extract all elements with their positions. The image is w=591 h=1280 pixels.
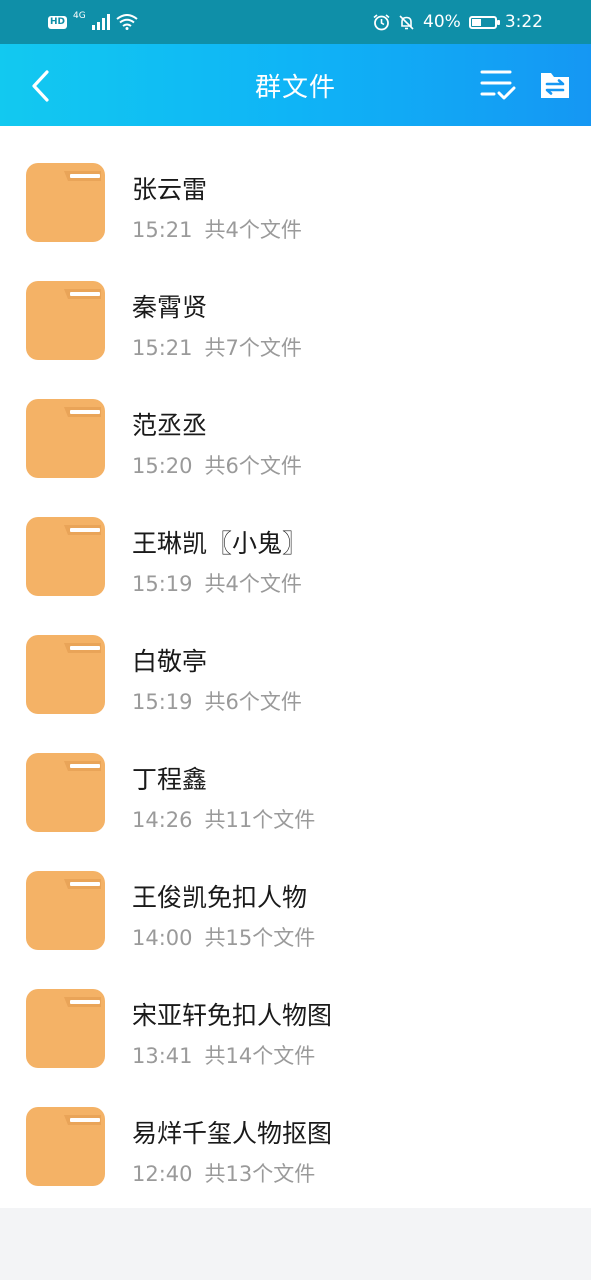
folder-row[interactable]: 王俊凯免扣人物 14:00 共15个文件 bbox=[0, 834, 591, 952]
file-transfer-button[interactable] bbox=[538, 68, 578, 108]
folder-icon bbox=[26, 517, 105, 596]
folder-icon bbox=[26, 753, 105, 832]
folder-icon bbox=[26, 871, 105, 950]
folder-list: 张云雷 15:21 共4个文件 秦霄贤 15:21 共7个文件 范丞丞 15:20 共… bbox=[0, 126, 591, 1208]
folder-time: 14:00 bbox=[132, 926, 193, 950]
folder-row[interactable]: 秦霄贤 15:21 共7个文件 bbox=[0, 244, 591, 362]
folder-name: 丁程鑫 bbox=[132, 765, 208, 794]
folder-name: 易烊千玺人物抠图 bbox=[132, 1119, 333, 1148]
status-right: 40% 3:22 bbox=[373, 12, 543, 32]
folder-icon bbox=[26, 1107, 105, 1186]
folder-meta: 12:40 共13个文件 bbox=[132, 1158, 315, 1188]
chevron-left-icon bbox=[32, 70, 49, 102]
status-left: HD 4G bbox=[48, 11, 138, 30]
folder-name: 张云雷 bbox=[132, 175, 208, 204]
folder-meta: 14:26 共11个文件 bbox=[132, 804, 315, 834]
battery-icon bbox=[468, 15, 500, 29]
folder-meta: 15:21 共4个文件 bbox=[132, 214, 302, 244]
folder-count: 共11个文件 bbox=[204, 808, 316, 832]
folder-name: 王琳凯〖小鬼〗 bbox=[132, 529, 308, 558]
folder-count: 共13个文件 bbox=[204, 1162, 316, 1186]
back-button[interactable] bbox=[22, 66, 58, 106]
folder-meta: 13:41 共14个文件 bbox=[132, 1040, 315, 1070]
hd-badge: HD bbox=[48, 15, 68, 29]
folder-meta: 14:00 共15个文件 bbox=[132, 922, 315, 952]
wifi-icon bbox=[116, 14, 138, 30]
folder-meta: 15:21 共7个文件 bbox=[132, 332, 302, 362]
alarm-icon bbox=[373, 13, 390, 30]
folder-icon bbox=[26, 281, 105, 360]
folder-count: 共6个文件 bbox=[204, 690, 302, 714]
folder-icon bbox=[26, 989, 105, 1068]
folder-time: 15:20 bbox=[132, 454, 193, 478]
folder-transfer-icon bbox=[541, 73, 569, 98]
folder-icon bbox=[26, 399, 105, 478]
folder-name: 宋亚轩免扣人物图 bbox=[132, 1001, 333, 1030]
folder-icon bbox=[26, 635, 105, 714]
status-bar: HD 4G 40% 3:22 bbox=[0, 0, 591, 44]
folder-count: 共4个文件 bbox=[204, 218, 302, 242]
folder-time: 12:40 bbox=[132, 1162, 193, 1186]
folder-name: 秦霄贤 bbox=[132, 293, 208, 322]
folder-row[interactable]: 丁程鑫 14:26 共11个文件 bbox=[0, 716, 591, 834]
folder-row[interactable]: 张云雷 15:21 共4个文件 bbox=[0, 126, 591, 244]
folder-name: 白敬亭 bbox=[132, 647, 208, 676]
folder-count: 共14个文件 bbox=[204, 1044, 316, 1068]
multi-select-button[interactable] bbox=[478, 66, 518, 106]
folder-meta: 15:20 共6个文件 bbox=[132, 450, 302, 480]
folder-meta: 15:19 共6个文件 bbox=[132, 686, 302, 716]
folder-row[interactable]: 宋亚轩免扣人物图 13:41 共14个文件 bbox=[0, 952, 591, 1070]
folder-count: 共6个文件 bbox=[204, 454, 302, 478]
folder-time: 13:41 bbox=[132, 1044, 193, 1068]
folder-meta: 15:19 共4个文件 bbox=[132, 568, 302, 598]
folder-row[interactable]: 白敬亭 15:19 共6个文件 bbox=[0, 598, 591, 716]
folder-name: 王俊凯免扣人物 bbox=[132, 883, 308, 912]
folder-time: 15:21 bbox=[132, 218, 193, 242]
network-type: 4G bbox=[73, 11, 86, 21]
folder-time: 15:19 bbox=[132, 690, 193, 714]
mute-bell-icon bbox=[399, 14, 414, 30]
folder-time: 15:21 bbox=[132, 336, 193, 360]
folder-count: 共7个文件 bbox=[204, 336, 302, 360]
folder-time: 14:26 bbox=[132, 808, 193, 832]
folder-time: 15:19 bbox=[132, 572, 193, 596]
folder-count: 共15个文件 bbox=[204, 926, 316, 950]
folder-row[interactable]: 王琳凯〖小鬼〗 15:19 共4个文件 bbox=[0, 480, 591, 598]
list-check-icon bbox=[480, 70, 516, 100]
battery-percent: 40% bbox=[423, 12, 461, 32]
page-title: 群文件 bbox=[254, 72, 336, 103]
folder-name: 范丞丞 bbox=[132, 411, 208, 440]
folder-row[interactable]: 范丞丞 15:20 共6个文件 bbox=[0, 362, 591, 480]
folder-count: 共4个文件 bbox=[204, 572, 302, 596]
folder-row[interactable]: 易烊千玺人物抠图 12:40 共13个文件 bbox=[0, 1070, 591, 1188]
title-bar: 群文件 bbox=[0, 44, 591, 126]
folder-icon bbox=[26, 163, 105, 242]
signal-icon bbox=[91, 14, 110, 30]
clock: 3:22 bbox=[504, 12, 543, 32]
